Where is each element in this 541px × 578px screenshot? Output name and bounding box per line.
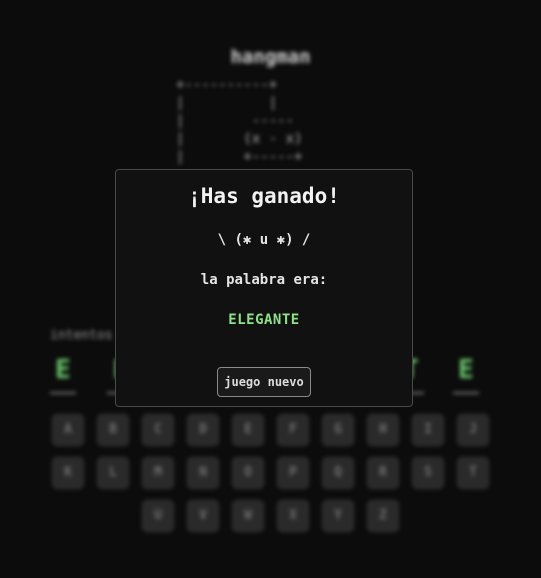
key-d[interactable]: D: [187, 414, 219, 446]
key-j[interactable]: J: [457, 414, 489, 446]
win-title: ¡Has ganado!: [188, 184, 340, 208]
key-h[interactable]: H: [367, 414, 399, 446]
key-n[interactable]: N: [187, 457, 219, 489]
key-v[interactable]: V: [187, 500, 219, 532]
key-z[interactable]: Z: [367, 500, 399, 532]
key-a[interactable]: A: [52, 414, 84, 446]
attempts-label: intentos: [50, 328, 113, 343]
key-l[interactable]: L: [97, 457, 129, 489]
revealed-word: ELEGANTE: [228, 312, 300, 328]
key-r[interactable]: R: [367, 457, 399, 489]
key-t[interactable]: T: [457, 457, 489, 489]
key-g[interactable]: G: [322, 414, 354, 446]
word-reveal-label: la palabra era:: [200, 272, 328, 288]
key-q[interactable]: Q: [322, 457, 354, 489]
gallows-ascii-art: +----------+ | | | ----- | (x - x) | +--…: [176, 77, 303, 165]
keyboard-row: UVWXYZ: [0, 500, 541, 534]
word-slot: E: [50, 352, 76, 394]
win-dialog: ¡Has ganado! \ (✱ u ✱) / la palabra era:…: [115, 169, 413, 407]
keyboard-row: KLMNOPQRST: [0, 457, 541, 491]
key-p[interactable]: P: [277, 457, 309, 489]
key-e[interactable]: E: [232, 414, 264, 446]
key-u[interactable]: U: [142, 500, 174, 532]
key-b[interactable]: B: [97, 414, 129, 446]
key-x[interactable]: X: [277, 500, 309, 532]
key-w[interactable]: W: [232, 500, 264, 532]
screen: hangman +----------+ | | | ----- | (x - …: [0, 0, 541, 578]
key-i[interactable]: I: [412, 414, 444, 446]
game-title: hangman: [230, 46, 311, 68]
key-m[interactable]: M: [142, 457, 174, 489]
key-c[interactable]: C: [142, 414, 174, 446]
key-o[interactable]: O: [232, 457, 264, 489]
key-k[interactable]: K: [52, 457, 84, 489]
word-slot: E: [453, 352, 479, 394]
key-y[interactable]: Y: [322, 500, 354, 532]
key-s[interactable]: S: [412, 457, 444, 489]
key-f[interactable]: F: [277, 414, 309, 446]
keyboard-row: ABCDEFGHIJ: [0, 414, 541, 448]
new-game-button[interactable]: juego nuevo: [217, 367, 311, 397]
celebration-emoticon: \ (✱ u ✱) /: [217, 232, 311, 248]
